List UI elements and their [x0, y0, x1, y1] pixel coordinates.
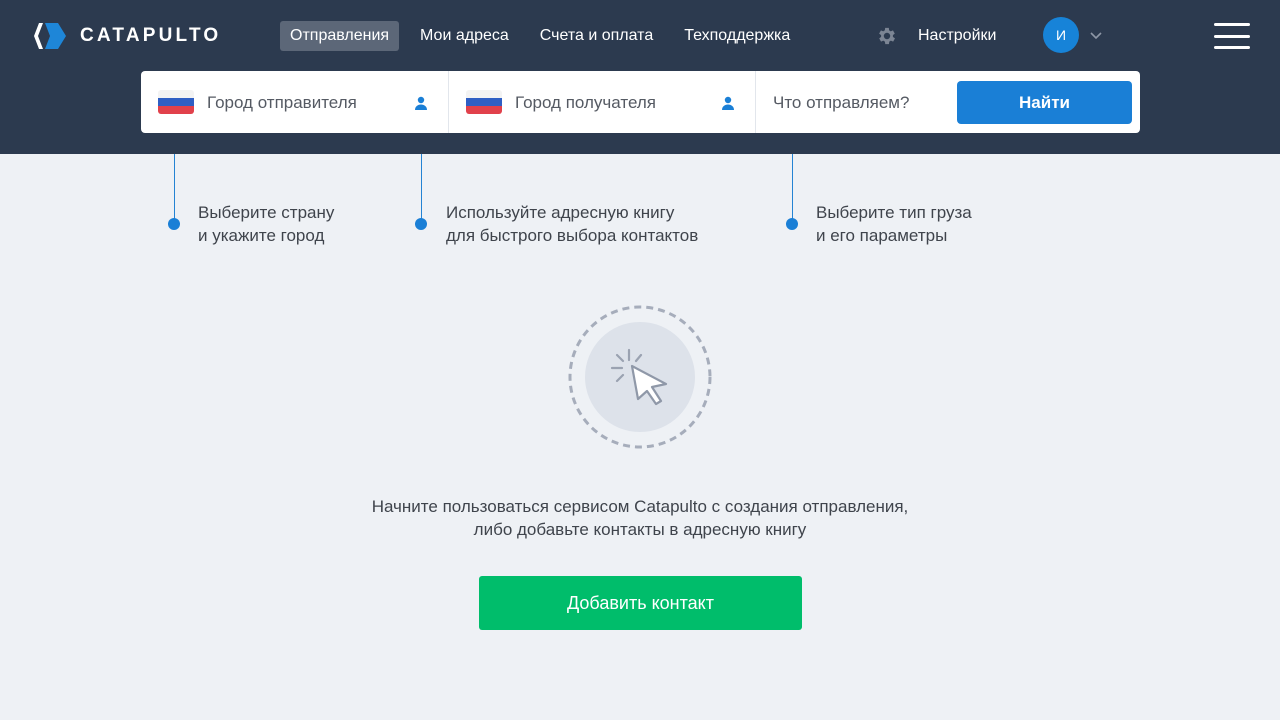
- hint-line: Выберите тип груза: [816, 203, 972, 222]
- russia-flag-icon[interactable]: [158, 90, 194, 114]
- russia-flag-icon[interactable]: [466, 90, 502, 114]
- hint-dot: [168, 218, 180, 230]
- settings-link[interactable]: Настройки: [876, 21, 996, 51]
- empty-state-message: Начните пользоваться сервисом Catapulto …: [290, 495, 990, 541]
- recipient-city-field: [449, 71, 756, 133]
- nav-item-my-addresses[interactable]: Мои адреса: [410, 21, 519, 51]
- nav-item-support[interactable]: Техподдержка: [674, 21, 800, 51]
- catapulto-logo[interactable]: CATAPULTO: [32, 20, 221, 52]
- address-book-icon[interactable]: [414, 96, 428, 110]
- add-contact-button[interactable]: Добавить контакт: [479, 576, 802, 630]
- sender-city-field: [141, 71, 449, 133]
- address-book-icon[interactable]: [721, 96, 735, 110]
- sender-city-input[interactable]: [207, 89, 407, 117]
- find-button[interactable]: Найти: [957, 81, 1132, 124]
- empty-state-line: либо добавьте контакты в адресную книгу: [473, 520, 807, 539]
- main-nav: Отправления Мои адреса Счета и оплата Те…: [280, 21, 811, 51]
- catapulto-logo-icon: [34, 23, 66, 49]
- hint-city: Выберите страну и укажите город: [198, 201, 334, 247]
- cursor-click-icon: [568, 305, 712, 449]
- hint-connector-line: [792, 154, 793, 224]
- hint-line: для быстрого выбора контактов: [446, 226, 699, 245]
- hint-cargo: Выберите тип груза и его параметры: [816, 201, 972, 247]
- hint-dot: [786, 218, 798, 230]
- user-avatar[interactable]: И: [1043, 17, 1079, 53]
- hint-line: и укажите город: [198, 226, 325, 245]
- recipient-city-input[interactable]: [515, 89, 715, 117]
- nav-item-shipments[interactable]: Отправления: [280, 21, 400, 51]
- logo-text: CATAPULTO: [80, 25, 222, 46]
- cargo-input[interactable]: [773, 89, 953, 117]
- hamburger-menu-icon[interactable]: [1214, 23, 1250, 49]
- settings-label: Настройки: [918, 27, 997, 44]
- chevron-down-icon[interactable]: [1089, 30, 1103, 40]
- hint-address-book: Используйте адресную книгу для быстрого …: [446, 201, 698, 247]
- hint-connector-line: [174, 154, 175, 224]
- gear-icon: [879, 27, 895, 45]
- hint-line: Используйте адресную книгу: [446, 203, 675, 222]
- cargo-field: Найти: [756, 71, 1140, 133]
- nav-item-billing[interactable]: Счета и оплата: [530, 21, 663, 51]
- hint-line: и его параметры: [816, 226, 948, 245]
- hint-line: Выберите страну: [198, 203, 335, 222]
- shipment-search-bar: Найти: [141, 71, 1140, 133]
- empty-state-line: Начните пользоваться сервисом Catapulto …: [371, 497, 909, 516]
- hint-dot: [415, 218, 427, 230]
- hint-connector-line: [421, 154, 422, 224]
